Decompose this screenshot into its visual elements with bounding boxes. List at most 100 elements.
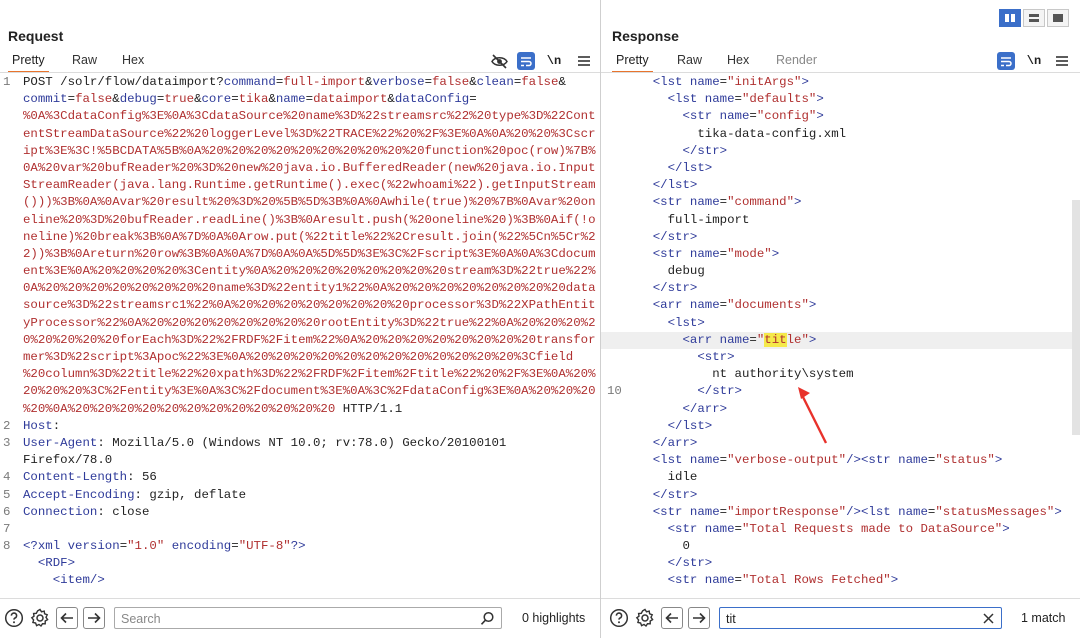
line-text: commit=false&debug=true&core=tika&name=d… [23,91,477,108]
code-line: Firefox/78.0 [0,452,600,469]
response-code-view[interactable]: <lst name="initArgs"> <lst name="default… [601,74,1080,598]
code-token: 0A%20%20%20%20%20%20%20%20name%3D%22enti… [23,281,596,296]
line-text: <lst name="verbose-output"/><str name="s… [623,452,1003,469]
layout-single-button[interactable] [1047,9,1069,27]
menu-icon[interactable] [575,52,593,70]
request-tab-pretty[interactable]: Pretty [8,53,49,73]
request-search-bar: 0 highlights [0,598,600,638]
line-text: </str> [623,383,742,400]
eye-slash-icon[interactable] [490,52,508,70]
wrap-icon[interactable] [517,52,535,70]
code-line: </str> [601,229,1080,246]
line-text: full-import [623,212,750,229]
request-title: Request [8,28,64,44]
response-tab-pretty[interactable]: Pretty [612,53,653,73]
code-token: <lst> [623,315,705,330]
code-line: neline)%20break%3B%0A%7D%0A%0Arow.put(%2… [0,229,600,246]
code-token: ()))%3B%0A%0Avar%20result%20%3D%20%5B%5D… [23,195,596,210]
code-token: 2))%3B%0Areturn%20row%3B%0A%0A%7D%0A%0A%… [23,246,596,261]
layout-single-icon [1053,14,1063,22]
response-scrollbar[interactable] [1072,200,1080,435]
code-line: </arr> [601,435,1080,452]
code-line: %20column%3D%22title%22%20xpath%3D%22%2F… [0,366,600,383]
code-token: = [734,521,742,536]
gear-icon[interactable] [635,608,655,628]
code-line: </str> [601,555,1080,572]
menu-icon[interactable] [1053,52,1071,70]
code-line: <lst name="defaults"> [601,91,1080,108]
code-line: 20%20%20%3C%2Fentity%3E%0A%3C%2Fdocument… [0,383,600,400]
help-icon[interactable] [4,608,24,628]
line-text: <str name="importResponse"/><lst name="s… [623,504,1062,521]
request-tab-raw[interactable]: Raw [72,53,97,67]
line-text: </str> [623,280,698,297]
response-tab-raw[interactable]: Raw [677,53,702,67]
wrap-icon[interactable] [997,52,1015,70]
layout-rows-icon [1029,14,1039,22]
response-tab-render[interactable]: Render [776,53,817,67]
newline-toggle-button[interactable]: \n [545,52,563,70]
next-match-button[interactable] [83,607,105,629]
request-pane: Request Pretty Raw Hex \n 1 POST /solr/fl… [0,0,600,638]
response-title: Response [612,28,679,44]
line-text: </str> [623,487,698,504]
layout-rows-button[interactable] [1023,9,1045,27]
gear-icon[interactable] [30,608,50,628]
code-line: </lst> [601,160,1080,177]
code-token: > [1054,504,1062,519]
code-token: = [719,246,728,261]
previous-match-button[interactable] [56,607,78,629]
code-token: & [469,75,477,89]
line-text: <str name="Total Rows Fetched"> [623,572,899,589]
newline-toggle-button[interactable]: \n [1025,52,1043,70]
response-pane: Response Pretty Raw Hex Render \n <lst n… [601,0,1080,638]
code-token: "Total Requests made to DataSource" [741,521,1003,536]
help-icon[interactable] [609,608,629,628]
code-line: %20%0A%20%20%20%20%20%20%20%20%20%20%20%… [0,401,600,418]
code-token: = [67,92,76,107]
line-text: <str name="Total Requests made to DataSo… [623,521,1010,538]
code-line: <arr name="title"> [601,331,1080,349]
code-line: <lst> [601,315,1080,332]
code-token: full-import [623,212,750,227]
code-token: "mode" [727,246,772,261]
previous-match-button[interactable] [661,607,683,629]
code-token: = [749,109,757,124]
next-match-button[interactable] [688,607,710,629]
response-search-input[interactable] [726,610,965,627]
code-token: "status" [935,453,995,468]
arrow-left-icon [665,612,678,624]
code-line: <str name="Total Requests made to DataSo… [601,521,1080,538]
line-text: <str name="mode"> [623,246,779,263]
line-text: Firefox/78.0 [23,452,112,469]
code-token: <?xml [23,539,68,554]
code-token: /><str [846,453,899,468]
code-line: </arr> [601,401,1080,418]
layout-columns-button[interactable] [999,9,1021,27]
code-line: eline%20%3D%20bufReader.readLine()%3B%0A… [0,212,600,229]
code-line: <str name="command"> [601,194,1080,211]
request-code-view[interactable]: 1 POST /solr/flow/dataimport?command = full… [0,74,600,598]
code-line: commit=false&debug=true&core=tika&name=d… [0,91,600,108]
code-token: <lst [623,453,690,468]
request-tab-hex[interactable]: Hex [122,53,144,67]
code-token: > [994,453,1003,468]
code-token: & [112,92,120,107]
code-line: 5 Accept-Encoding: gzip, deflate [0,487,600,504]
code-token: <str [623,246,690,261]
code-line: 4 Content-Length: 56 [0,469,600,486]
line-text: <?xml version="1.0" encoding="UTF-8"?> [23,538,306,555]
line-text: source%3D%22streamsrc1%22%0A%20%20%20%20… [23,297,596,314]
line-text: </lst> [623,418,713,435]
code-token: /><lst [846,504,899,519]
code-token: <arr [623,298,690,313]
request-search-input[interactable] [121,610,450,627]
code-token: full-import [283,75,366,89]
code-line: 8 <?xml version="1.0" encoding="UTF-8"?> [0,538,600,555]
line-text: %0A%3CdataConfig%3E%0A%3CdataSource%20na… [23,108,596,125]
code-token: name [704,573,735,588]
code-token: %20%0A%20%20%20%20%20%20%20%20%20%20%20%… [23,401,336,416]
clear-icon[interactable] [983,613,994,624]
line-text: 0 [623,538,689,555]
response-tab-hex[interactable]: Hex [727,53,749,67]
